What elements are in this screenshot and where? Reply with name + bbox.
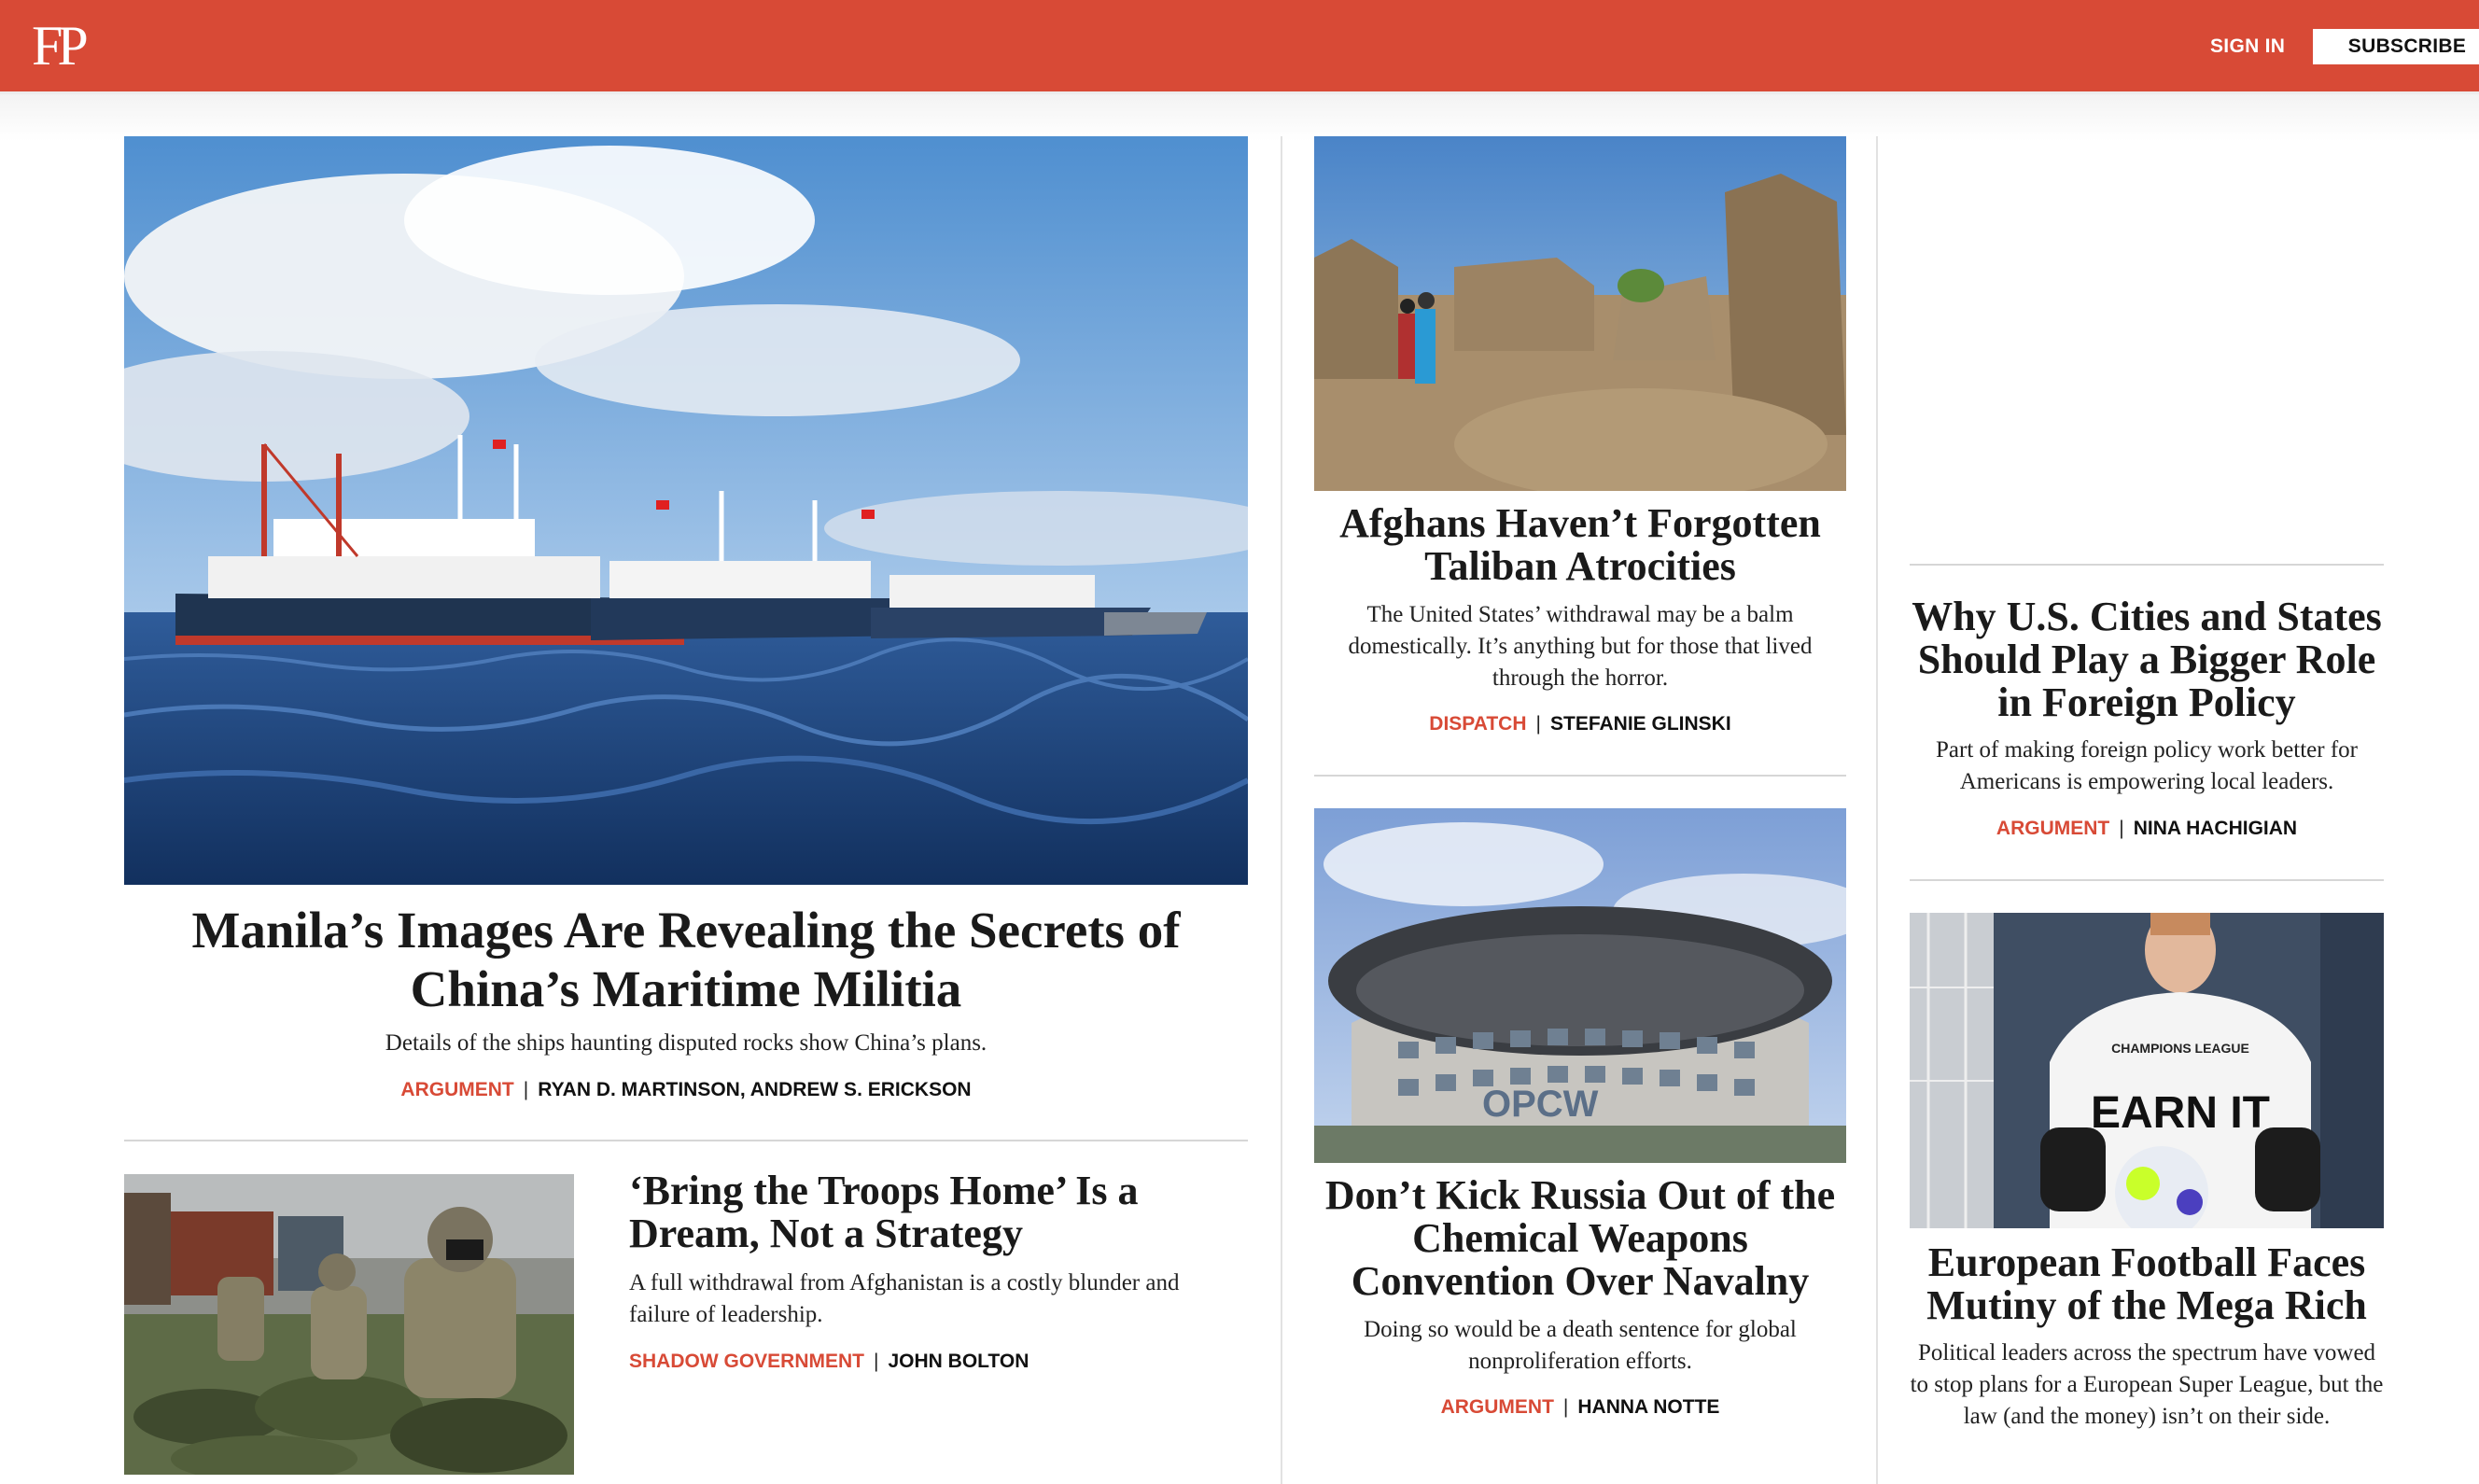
article-meta: ARGUMENT | NINA HACHIGIAN [1910,815,2384,843]
meta-separator: | [2119,818,2124,839]
column-divider [1281,136,1282,1484]
article-authors[interactable]: STEFANIE GLINSKI [1550,713,1731,735]
article-category[interactable]: ARGUMENT [400,1079,513,1100]
meta-separator: | [1535,713,1541,735]
article-dek: Part of making foreign policy work bette… [1936,737,2358,794]
subscribe-button[interactable]: SUBSCRIBE [2313,29,2479,64]
section-divider [1910,879,2384,881]
article-dek: Doing so would be a death sentence for g… [1364,1317,1797,1374]
shirt-text-main: EARN IT [2091,1088,2270,1138]
article-headline[interactable]: Afghans Haven’t Forgotten Taliban Atroci… [1316,502,1844,588]
sign-in-link[interactable]: SIGN IN [2210,32,2285,62]
meta-separator: | [874,1351,879,1372]
opcw-sign: OPCW [1482,1084,1599,1125]
article-meta: SHADOW GOVERNMENT | JOHN BOLTON [629,1348,1029,1376]
article-headline[interactable]: Manila’s Images Are Revealing the Secret… [140,901,1232,1018]
article-meta: ARGUMENT | HANNA NOTTE [1316,1393,1844,1421]
shirt-text-top: CHAMPIONS LEAGUE [2111,1041,2249,1056]
article-image-goalkeeper[interactable]: CHAMPIONS LEAGUE EARN IT [1910,913,2384,1228]
article-image-opcw[interactable]: OPCW [1314,808,1846,1163]
column-divider [1876,136,1878,1484]
article-category[interactable]: DISPATCH [1429,713,1526,735]
article-headline[interactable]: European Football Faces Mutiny of the Me… [1910,1241,2384,1327]
article-authors[interactable]: JOHN BOLTON [888,1351,1029,1372]
article-meta: DISPATCH | STEFANIE GLINSKI [1316,710,1844,738]
site-header: FP SIGN IN SUBSCRIBE [0,0,2479,91]
header-shadow [0,91,2479,141]
article-authors[interactable]: RYAN D. MARTINSON, ANDREW S. ERICKSON [538,1079,971,1100]
article-image-troops[interactable] [124,1174,574,1475]
section-divider [124,1140,1248,1141]
article-dek: The United States’ withdrawal may be a b… [1348,602,1813,691]
meta-separator: | [1562,1396,1569,1418]
article-headline[interactable]: Don’t Kick Russia Out of the Chemical We… [1316,1174,1844,1303]
section-divider [1314,775,1846,777]
article-dek: Political leaders across the spectrum ha… [1910,1340,2384,1429]
article-dek: A full withdrawal from Afghanistan is a … [629,1270,1180,1327]
article-category[interactable]: ARGUMENT [1996,818,2109,839]
article-image-ships[interactable] [124,136,1248,885]
article-image-ruins[interactable] [1314,136,1846,491]
article-dek: Details of the ships haunting disputed r… [385,1030,987,1056]
article-meta: ARGUMENT | RYAN D. MARTINSON, ANDREW S. ER… [140,1076,1232,1104]
article-category[interactable]: SHADOW GOVERNMENT [629,1351,864,1372]
article-authors[interactable]: HANNA NOTTE [1577,1396,1719,1418]
article-authors[interactable]: NINA HACHIGIAN [2134,818,2297,839]
fp-logo[interactable]: FP [32,13,89,78]
meta-separator: | [523,1079,529,1100]
article-category[interactable]: ARGUMENT [1441,1396,1554,1418]
article-headline[interactable]: Why U.S. Cities and States Should Play a… [1910,595,2384,724]
section-divider [1910,564,2384,566]
article-headline[interactable]: ‘Bring the Troops Home’ Is a Dream, Not … [629,1169,1245,1255]
